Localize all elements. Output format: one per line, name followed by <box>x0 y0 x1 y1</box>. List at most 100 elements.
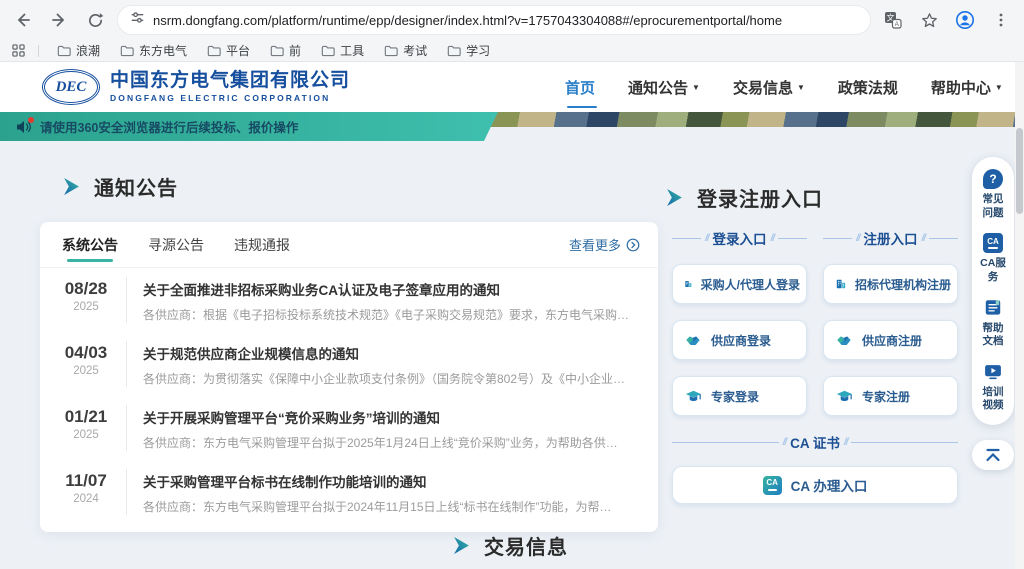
arrow-right-icon <box>452 536 471 555</box>
site-logo[interactable]: DEC 中国东方电气集团有限公司 DONGFANG ELECTRIC CORPO… <box>42 69 350 105</box>
bookmark-folder[interactable]: 浪潮 <box>49 40 108 61</box>
arrow-up-to-line-icon <box>984 447 1002 463</box>
url-bar[interactable]: nsrm.dongfang.com/platform/runtime/epp/d… <box>118 6 870 34</box>
bookmark-folder[interactable]: 东方电气 <box>112 40 195 61</box>
kebab-menu-icon[interactable] <box>988 7 1014 33</box>
expert-login-button[interactable]: 专家登录 <box>672 376 807 416</box>
notice-summary: 各供应商：东方电气采购管理平台拟于2025年1月24日上线“竞价采购”业务，为帮… <box>143 434 636 451</box>
tab-sourcing-notices[interactable]: 寻源公告 <box>148 223 204 267</box>
notices-section-heading: 通知公告 <box>62 172 178 201</box>
section-title: 登录注册入口 <box>697 183 823 212</box>
back-icon[interactable] <box>10 7 36 33</box>
arrow-right-icon <box>62 177 81 196</box>
login-register-panel: // 登录入口 // // 注册入口 // 采购人/代理人登录 供应商登录 <box>672 228 958 504</box>
browser-toolbar: nsrm.dongfang.com/platform/runtime/epp/d… <box>0 0 1024 40</box>
handshake-icon <box>684 331 703 350</box>
bookmark-folder[interactable]: 前 <box>262 40 309 61</box>
notice-summary: 各供应商：为贯彻落实《保障中小企业款项支付条例》（国务院令第802号）及《中小企… <box>143 370 636 387</box>
apps-grid-icon[interactable] <box>8 41 28 61</box>
ca-service-shortcut[interactable]: CA CA服务 <box>972 233 1014 284</box>
page-scrollbar[interactable] <box>1015 62 1024 569</box>
profile-avatar-icon[interactable] <box>952 7 978 33</box>
login-section-heading: 登录注册入口 <box>665 183 823 212</box>
tab-violation-reports[interactable]: 违规通报 <box>234 223 290 267</box>
notice-title[interactable]: 关于开展采购管理平台“竞价采购业务”培训的通知 <box>143 405 636 427</box>
document-icon <box>983 298 1003 318</box>
training-videos-shortcut[interactable]: 培训视频 <box>972 362 1014 413</box>
notice-list-item[interactable]: 04/03 2025 关于规范供应商企业规模信息的通知 各供应商：为贯彻落实《保… <box>40 332 658 396</box>
folder-icon <box>384 44 398 58</box>
reload-icon[interactable] <box>82 7 108 33</box>
graduation-cap-icon <box>684 387 703 406</box>
ca-entry-button[interactable]: CA CA 办理入口 <box>672 466 958 504</box>
ca-cert-header: // CA 证书 // <box>672 432 958 452</box>
notices-card: 系统公告 寻源公告 违规通报 查看更多 08/28 2025 关于全面推进非招标… <box>40 222 658 532</box>
chevron-down-icon: ▼ <box>797 83 805 92</box>
tab-system-notices[interactable]: 系统公告 <box>62 223 118 267</box>
bookmark-folder[interactable]: 考试 <box>376 40 435 61</box>
nav-item-notices[interactable]: 通知公告 ▼ <box>628 73 700 102</box>
svg-text:A: A <box>895 21 900 28</box>
nav-item-home[interactable]: 首页 <box>565 73 595 102</box>
main-nav: 首页 通知公告 ▼ 交易信息 ▼ 政策法规 帮助中心 ▼ <box>565 62 1003 112</box>
notice-title[interactable]: 关于采购管理平台标书在线制作功能培训的通知 <box>143 469 636 491</box>
ca-badge-icon: CA <box>763 476 782 495</box>
video-icon <box>983 362 1003 382</box>
notice-date: 08/28 2025 <box>58 277 114 313</box>
notice-banner: 请使用360安全浏览器进行后续投标、报价操作 <box>0 112 498 141</box>
notice-title[interactable]: 关于规范供应商企业规模信息的通知 <box>143 341 636 363</box>
site-header: DEC 中国东方电气集团有限公司 DONGFANG ELECTRIC CORPO… <box>0 62 1024 112</box>
notice-list-item[interactable]: 11/07 2024 关于采购管理平台标书在线制作功能培训的通知 各供应商：东方… <box>40 460 658 524</box>
handshake-icon <box>835 331 854 350</box>
building-icon <box>684 275 693 293</box>
nav-item-policies[interactable]: 政策法规 <box>838 73 898 102</box>
forward-icon[interactable] <box>46 7 72 33</box>
speaker-icon <box>16 120 32 134</box>
nav-item-trade-info[interactable]: 交易信息 ▼ <box>733 73 805 102</box>
company-name-en: DONGFANG ELECTRIC CORPORATION <box>110 93 350 103</box>
nav-item-help-center[interactable]: 帮助中心 ▼ <box>931 73 1003 102</box>
alert-dot <box>28 117 34 123</box>
scrollbar-thumb[interactable] <box>1016 128 1023 214</box>
circle-chevron-icon <box>626 238 640 252</box>
company-name-cn: 中国东方电气集团有限公司 <box>110 71 350 92</box>
supplier-register-button[interactable]: 供应商注册 <box>823 320 958 360</box>
notice-summary: 各供应商：东方电气采购管理平台拟于2024年11月15日上线“标书在线制作”功能… <box>143 498 636 515</box>
notice-date: 11/07 2024 <box>58 469 114 505</box>
floating-sidebar: ? 常见问题 CA CA服务 帮助文档 培训视频 <box>972 157 1014 425</box>
buyer-agent-login-button[interactable]: 采购人/代理人登录 <box>672 264 807 304</box>
bookmark-folder[interactable]: 学习 <box>439 40 498 61</box>
bidding-agency-register-button[interactable]: 招标代理机构注册 <box>823 264 958 304</box>
bookmarks-bar: 浪潮 东方电气 平台 前 工具 考试 学习 <box>0 40 1024 62</box>
folder-icon <box>57 44 71 58</box>
section-title: 交易信息 <box>484 531 568 560</box>
notice-list-item[interactable]: 08/28 2025 关于全面推进非招标采购业务CA认证及电子签章应用的通知 各… <box>40 268 658 332</box>
supplier-login-button[interactable]: 供应商登录 <box>672 320 807 360</box>
faq-shortcut[interactable]: ? 常见问题 <box>972 169 1014 220</box>
bookmarks-separator <box>38 45 39 57</box>
bookmark-star-icon[interactable] <box>916 7 942 33</box>
back-to-top-button[interactable] <box>972 440 1014 470</box>
view-more-link[interactable]: 查看更多 <box>569 235 640 254</box>
section-title: 通知公告 <box>94 172 178 201</box>
building-icon <box>835 275 847 293</box>
folder-icon <box>447 44 461 58</box>
notices-tabs: 系统公告 寻源公告 违规通报 查看更多 <box>40 222 658 268</box>
folder-icon <box>270 44 284 58</box>
bookmark-folder[interactable]: 平台 <box>199 40 258 61</box>
login-entry-header: // 登录入口 // <box>672 228 807 248</box>
folder-icon <box>120 44 134 58</box>
expert-register-button[interactable]: 专家注册 <box>823 376 958 416</box>
bookmark-folder[interactable]: 工具 <box>313 40 372 61</box>
browser-window: nsrm.dongfang.com/platform/runtime/epp/d… <box>0 0 1024 569</box>
ca-badge-icon: CA <box>983 233 1003 253</box>
url-text[interactable]: nsrm.dongfang.com/platform/runtime/epp/d… <box>153 13 782 28</box>
arrow-right-icon <box>665 188 684 207</box>
translate-icon[interactable]: 文A <box>880 7 906 33</box>
tune-icon[interactable] <box>130 10 145 30</box>
chevron-down-icon: ▼ <box>995 83 1003 92</box>
notice-list-item[interactable]: 01/21 2025 关于开展采购管理平台“竞价采购业务”培训的通知 各供应商：… <box>40 396 658 460</box>
help-docs-shortcut[interactable]: 帮助文档 <box>972 298 1014 349</box>
dec-logo-icon: DEC <box>42 69 100 105</box>
notice-title[interactable]: 关于全面推进非招标采购业务CA认证及电子签章应用的通知 <box>143 277 636 299</box>
